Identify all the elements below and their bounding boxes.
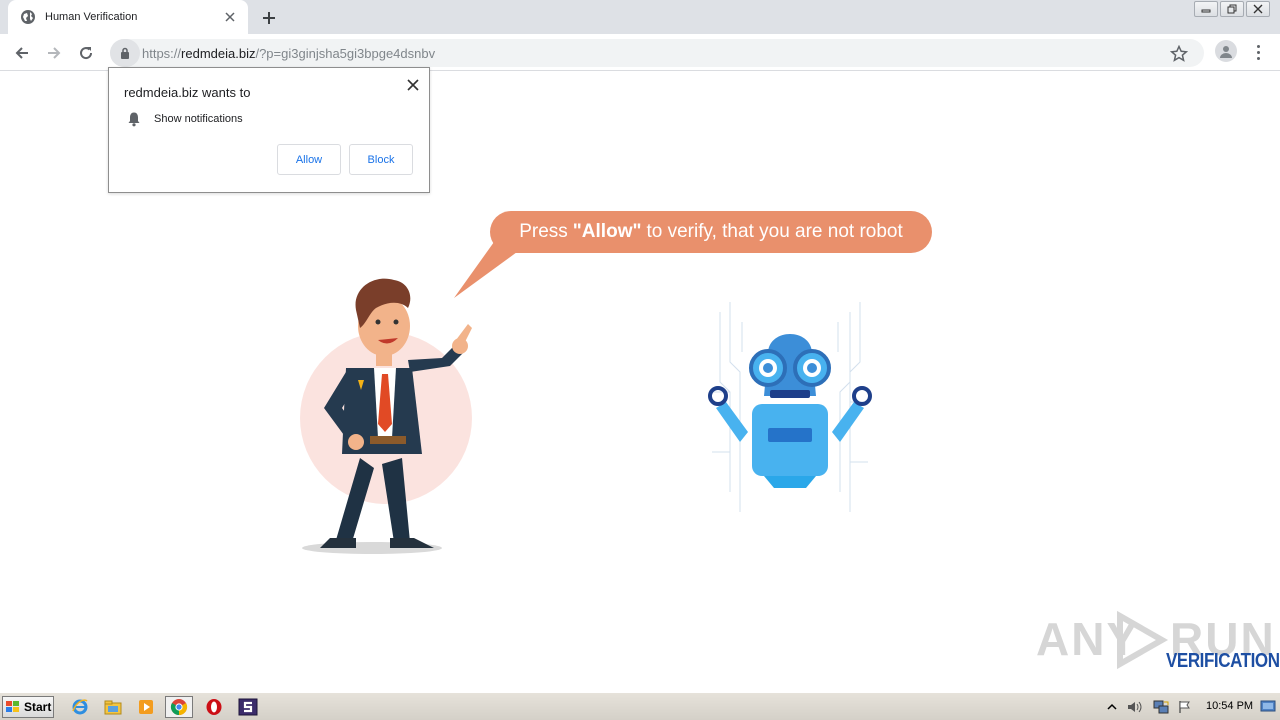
minimize-icon xyxy=(1201,9,1211,13)
taskbar-explorer[interactable] xyxy=(99,696,127,718)
media-player-icon xyxy=(139,700,153,714)
restore-button[interactable] xyxy=(1220,1,1244,17)
new-tab-button[interactable] xyxy=(258,7,280,29)
opera-icon xyxy=(206,699,222,715)
close-icon xyxy=(1253,4,1263,14)
start-label: Start xyxy=(24,700,52,714)
browser-toolbar: https://redmdeia.biz/?p=gi3ginjsha5gi3bp… xyxy=(0,34,1280,71)
reload-button[interactable] xyxy=(74,41,98,65)
star-icon[interactable] xyxy=(1170,45,1188,63)
windows-flag-icon xyxy=(6,701,19,712)
chrome-icon xyxy=(170,699,188,716)
plus-icon xyxy=(263,12,275,24)
address-bar[interactable]: https://redmdeia.biz/?p=gi3ginjsha5gi3bp… xyxy=(110,39,1204,67)
tab-strip: Human Verification xyxy=(0,0,1280,34)
kebab-menu-icon[interactable] xyxy=(1250,42,1266,62)
speech-bubble: Press "Allow" to verify, that you are no… xyxy=(490,211,932,253)
forward-button[interactable] xyxy=(42,41,66,65)
url-path: /?p=gi3ginjsha5gi3bpge4dsnbv xyxy=(255,45,436,61)
ie-icon xyxy=(72,699,88,715)
taskbar-opera[interactable] xyxy=(200,696,228,718)
window-close-button[interactable] xyxy=(1246,1,1270,17)
show-desktop-icon[interactable] xyxy=(1260,699,1276,713)
browser-window: Human Verification https://redmdeia.biz/… xyxy=(0,0,1280,720)
close-icon[interactable] xyxy=(222,9,238,25)
play-logo-icon xyxy=(1117,610,1169,670)
network-icon[interactable] xyxy=(1152,699,1170,715)
profile-button[interactable] xyxy=(1215,40,1237,62)
lock-icon xyxy=(121,47,129,59)
close-icon xyxy=(407,79,419,91)
taskbar-ie[interactable] xyxy=(66,696,94,718)
bell-icon xyxy=(128,112,140,127)
anyrun-watermark: ANY RUN VERIFICATION xyxy=(1036,608,1280,678)
businessman-illustration xyxy=(300,278,472,554)
show-hidden-icon[interactable] xyxy=(1106,701,1118,713)
block-button[interactable]: Block xyxy=(349,144,413,175)
url-text: https://redmdeia.biz/?p=gi3ginjsha5gi3bp… xyxy=(142,46,435,61)
bubble-emphasis: "Allow" xyxy=(572,221,642,242)
arrow-right-icon xyxy=(48,47,61,59)
bubble-suffix: to verify, that you are not robot xyxy=(646,221,903,242)
url-host: redmdeia.biz xyxy=(181,45,256,61)
action-center-flag-icon[interactable] xyxy=(1178,700,1192,714)
start-button[interactable]: Start xyxy=(2,696,54,718)
explorer-icon xyxy=(104,700,122,715)
taskbar: Start 10:54 PM xyxy=(0,692,1280,720)
prompt-permission-item: Show notifications xyxy=(154,113,243,125)
back-button[interactable] xyxy=(10,41,34,65)
window-controls xyxy=(1194,1,1270,17)
taskbar-chrome[interactable] xyxy=(165,696,193,718)
taskbar-clock: 10:54 PM xyxy=(1206,700,1254,712)
bubble-prefix: Press xyxy=(519,221,568,242)
system-tray xyxy=(1106,696,1192,718)
reload-icon xyxy=(80,47,93,60)
minimize-button[interactable] xyxy=(1194,1,1218,17)
robot-illustration xyxy=(708,302,872,512)
notification-permission-prompt: redmdeia.biz wants to Show notifications… xyxy=(108,67,430,193)
tab-title: Human Verification xyxy=(45,11,138,23)
volume-icon[interactable] xyxy=(1126,700,1144,714)
app-s-icon xyxy=(238,698,258,716)
url-scheme: https:// xyxy=(142,45,182,61)
site-info-button[interactable] xyxy=(110,39,140,67)
prompt-close-button[interactable] xyxy=(405,77,421,93)
globe-icon xyxy=(21,10,35,24)
watermark-verification: VERIFICATION xyxy=(1166,650,1280,672)
arrow-left-icon xyxy=(15,47,28,59)
user-icon xyxy=(1220,46,1232,58)
prompt-title: redmdeia.biz wants to xyxy=(124,85,251,100)
taskbar-media-player[interactable] xyxy=(132,696,160,718)
restore-icon xyxy=(1227,4,1237,14)
tab-human-verification[interactable]: Human Verification xyxy=(8,0,248,34)
taskbar-app-s[interactable] xyxy=(234,696,262,718)
allow-button[interactable]: Allow xyxy=(277,144,341,175)
